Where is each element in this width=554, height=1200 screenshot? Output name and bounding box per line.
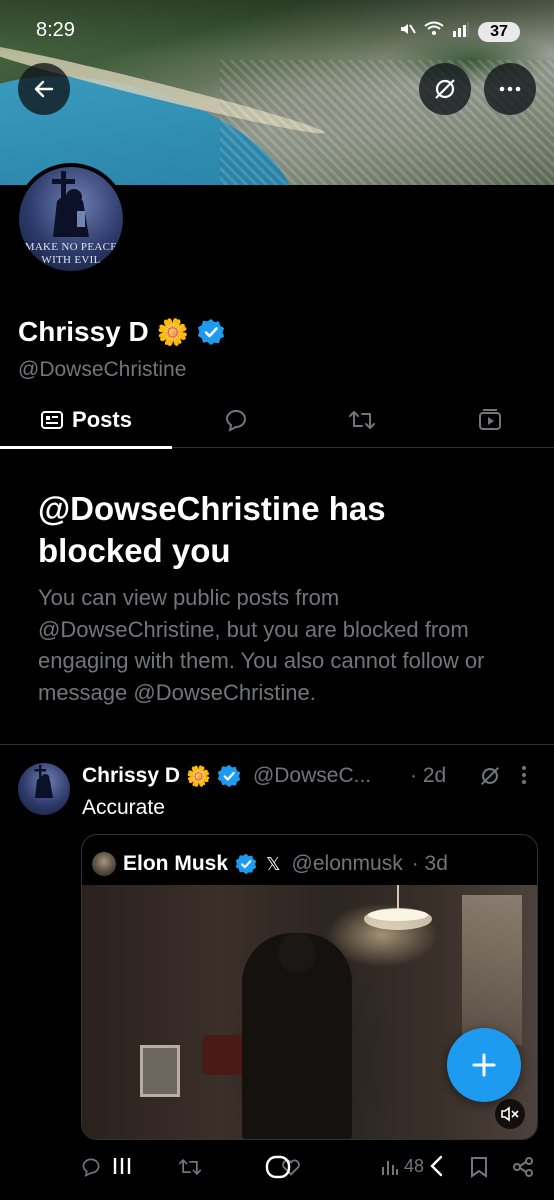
quoted-author-handle: @elonmusk — [291, 852, 403, 875]
post-author-emoji: 🌼 — [186, 765, 211, 788]
posts-tab-icon — [41, 411, 64, 429]
blocked-body: You can view public posts from @DowseChr… — [38, 585, 485, 705]
profile-tabs: Posts — [0, 392, 554, 449]
quoted-video[interactable] — [82, 885, 537, 1139]
profile-handle: @DowseChristine — [18, 358, 187, 381]
section-divider — [0, 744, 554, 745]
recent-apps-icon — [113, 1158, 131, 1174]
post-author-handle[interactable]: @DowseC... — [253, 764, 371, 788]
compose-button[interactable] — [447, 1028, 521, 1102]
quoted-author-avatar — [92, 852, 116, 876]
video-mute-button[interactable] — [495, 1099, 525, 1129]
more-dots-icon — [499, 86, 521, 92]
avatar-text-line1: MAKE NO PEACE — [24, 241, 118, 253]
avatar-text-line2: WITH EVIL — [41, 254, 101, 266]
verified-badge-icon — [217, 764, 241, 788]
knight-silhouette-icon — [34, 765, 53, 798]
status-time: 8:29 — [36, 19, 75, 41]
blocked-title: @DowseChristine has blocked you — [38, 490, 386, 569]
system-nav-bar — [0, 1150, 554, 1190]
wifi-icon — [424, 21, 444, 42]
name-emoji: 🌼 — [156, 316, 190, 347]
active-tab-indicator — [0, 446, 172, 449]
status-icons: 37 — [398, 20, 520, 43]
quoted-post-header: Elon Musk 𝕏 @elonmusk · 3d — [92, 849, 448, 879]
video-picture-frame — [140, 1045, 180, 1097]
tab-reposts[interactable] — [326, 392, 398, 448]
signal-icon — [452, 21, 470, 42]
battery-indicator: 37 — [478, 21, 520, 42]
tab-media[interactable] — [454, 392, 526, 448]
verified-badge-icon[interactable] — [197, 318, 225, 346]
nav-back-button[interactable] — [426, 1154, 446, 1183]
chandelier-icon — [364, 885, 432, 930]
tab-posts[interactable]: Posts — [0, 392, 172, 449]
status-bar: 8:29 37 — [0, 0, 554, 60]
video-person-head — [278, 933, 316, 973]
plus-icon — [472, 1053, 496, 1077]
reply-icon — [225, 410, 246, 432]
retweet-icon — [349, 411, 375, 429]
post-author-name[interactable]: Chrissy D — [82, 764, 180, 788]
quoted-post-time: · 3d — [411, 852, 448, 875]
post-avatar[interactable] — [18, 763, 70, 815]
video-window — [462, 895, 522, 1045]
post-grok-button[interactable] — [478, 764, 502, 793]
verified-badge-icon — [235, 853, 257, 875]
back-button[interactable] — [18, 63, 70, 115]
quoted-author-name: Elon Musk — [123, 852, 229, 875]
grok-button[interactable] — [419, 63, 471, 115]
more-options-button[interactable] — [484, 63, 536, 115]
media-icon — [479, 409, 501, 430]
grok-icon — [435, 79, 455, 99]
muted-speaker-icon — [501, 1106, 519, 1122]
tab-replies[interactable] — [200, 392, 272, 448]
x-affiliation-badge: 𝕏 — [266, 853, 281, 874]
profile-avatar[interactable]: MAKE NO PEACE WITH EVIL — [15, 163, 127, 275]
post-text: Accurate — [82, 796, 165, 819]
home-icon — [265, 1155, 291, 1179]
tab-posts-label: Posts — [72, 407, 132, 432]
post-header: Chrissy D 🌼 @DowseC... — [82, 762, 371, 790]
nav-back-icon — [430, 1155, 443, 1177]
post-more-button[interactable] — [520, 764, 528, 792]
profile-name: Chrissy D 🌼 — [18, 316, 225, 348]
post-timestamp[interactable]: · 2d — [410, 764, 446, 788]
recent-apps-button[interactable] — [110, 1154, 134, 1183]
home-button[interactable] — [264, 1154, 292, 1185]
display-name: Chrissy D — [18, 316, 149, 347]
grok-icon — [480, 766, 500, 786]
more-vertical-icon — [522, 766, 526, 784]
back-arrow-icon — [34, 80, 54, 98]
mute-icon — [398, 20, 416, 43]
